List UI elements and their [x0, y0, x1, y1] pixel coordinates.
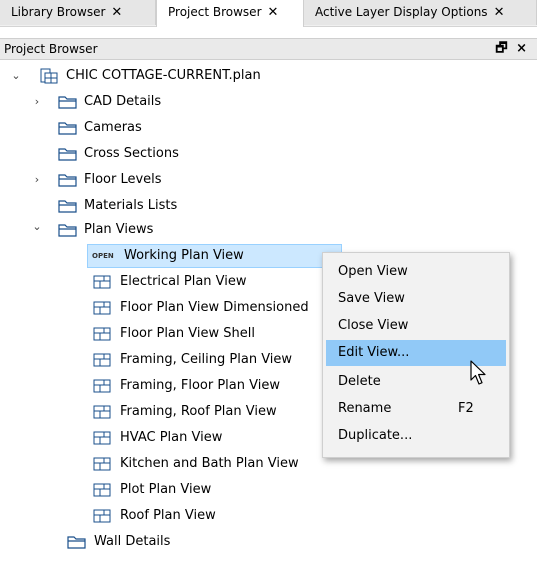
tree-folder-plan-views[interactable]: ⌄ Plan Views — [0, 218, 300, 242]
tree-folder-label: Plan Views — [84, 222, 154, 237]
menu-item-duplicate[interactable]: Duplicate... — [326, 423, 506, 449]
tree-view-floor-plan-view-shell[interactable]: Floor Plan View Shell — [0, 322, 330, 346]
tree-view-label: Roof Plan View — [120, 508, 216, 523]
tree-view-label: Floor Plan View Shell — [120, 326, 255, 341]
plan-view-icon — [93, 327, 111, 341]
panel-float-close-icon[interactable]: 🗗 × — [495, 39, 529, 59]
plan-view-icon — [93, 405, 111, 419]
menu-item-label: Open View — [338, 264, 408, 279]
tab-library-browser[interactable]: Library Browser ✕ — [0, 0, 156, 25]
tree-view-framing-roof-plan-view[interactable]: Framing, Roof Plan View — [0, 400, 330, 424]
close-icon[interactable]: ✕ — [494, 5, 505, 20]
menu-item-label: Edit View... — [338, 345, 410, 360]
tree-view-label: Framing, Ceiling Plan View — [120, 352, 293, 367]
close-icon[interactable]: ✕ — [268, 5, 279, 20]
folder-icon — [58, 148, 77, 161]
tree-view-kitchen-and-bath-plan-view[interactable]: Kitchen and Bath Plan View — [0, 452, 330, 476]
plan-view-icon — [93, 301, 111, 315]
menu-item-rename[interactable]: Rename F2 — [326, 396, 506, 422]
tree-folder-label: CAD Details — [84, 94, 162, 109]
tree-folder-label: Cross Sections — [84, 146, 179, 161]
tree-folder-cross-sections[interactable]: Cross Sections — [0, 142, 300, 166]
menu-item-save-view[interactable]: Save View — [326, 286, 506, 312]
folder-icon — [67, 536, 86, 549]
menu-item-label: Save View — [338, 291, 405, 306]
tree-view-label: Framing, Floor Plan View — [120, 378, 280, 393]
tree-view-hvac-plan-view[interactable]: HVAC Plan View — [0, 426, 330, 450]
menu-item-close-view[interactable]: Close View — [326, 313, 506, 339]
tree-view-roof-plan-view[interactable]: Roof Plan View — [0, 504, 330, 528]
panel-title: Project Browser — [4, 42, 98, 56]
tab-label: Library Browser — [11, 5, 106, 19]
plan-view-icon — [93, 431, 111, 445]
chevron-down-icon[interactable]: ⌄ — [10, 64, 22, 88]
menu-item-open-view[interactable]: Open View — [326, 259, 506, 285]
tree-view-plot-plan-view[interactable]: Plot Plan View — [0, 478, 330, 502]
menu-item-shortcut: F2 — [458, 401, 474, 416]
panel-header: Project Browser 🗗 × — [0, 38, 537, 60]
tree-view-framing-ceiling-plan-view[interactable]: Framing, Ceiling Plan View — [0, 348, 330, 372]
chevron-right-icon[interactable]: › — [31, 90, 43, 114]
context-menu: Open View Save View Close View Edit View… — [322, 252, 510, 458]
tree-folder-cad-details[interactable]: › CAD Details — [0, 90, 300, 114]
menu-item-label: Duplicate... — [338, 428, 413, 443]
tree-view-label: Plot Plan View — [120, 482, 212, 497]
tree-folder-materials-lists[interactable]: Materials Lists — [0, 194, 300, 218]
tab-label: Project Browser — [168, 5, 262, 19]
tree-view-label: Framing, Roof Plan View — [120, 404, 277, 419]
plan-view-icon — [93, 275, 111, 289]
tree-folder-label: Floor Levels — [84, 172, 162, 187]
menu-item-label: Delete — [338, 374, 381, 389]
plan-view-icon — [93, 483, 111, 497]
tree-folder-label: Materials Lists — [84, 198, 178, 213]
tree-view-label: Kitchen and Bath Plan View — [120, 456, 299, 471]
tree-root-label: CHIC COTTAGE-CURRENT.plan — [66, 68, 261, 83]
tab-bar: Library Browser ✕ Project Browser ✕ Active… — [0, 0, 537, 27]
folder-icon — [58, 96, 77, 109]
tree-folder-floor-levels[interactable]: › Floor Levels — [0, 168, 300, 192]
tree-folder-label: Wall Details — [94, 534, 171, 549]
open-badge: OPEN — [92, 252, 114, 260]
tab-label: Active Layer Display Options — [315, 5, 488, 19]
folder-icon — [58, 122, 77, 135]
tree-view-floor-plan-view-dimensioned[interactable]: Floor Plan View Dimensioned — [0, 296, 330, 320]
tree-folder-wall-details[interactable]: Wall Details — [0, 530, 300, 554]
menu-item-label: Close View — [338, 318, 409, 333]
tree-folder-label: Cameras — [84, 120, 142, 135]
folder-icon — [58, 200, 77, 213]
plan-file-icon — [40, 68, 58, 84]
tree-view-label: HVAC Plan View — [120, 430, 223, 445]
tree-view-electrical-plan-view[interactable]: Electrical Plan View — [0, 270, 330, 294]
tree-view-label: Electrical Plan View — [120, 274, 247, 289]
tree-folder-cameras[interactable]: Cameras — [0, 116, 300, 140]
tree-view-framing-floor-plan-view[interactable]: Framing, Floor Plan View — [0, 374, 330, 398]
chevron-down-icon[interactable]: ⌄ — [31, 215, 43, 239]
folder-icon — [58, 224, 77, 237]
folder-icon — [58, 174, 77, 187]
plan-view-icon — [93, 457, 111, 471]
tree-view-label: Floor Plan View Dimensioned — [120, 300, 309, 315]
close-icon[interactable]: ✕ — [111, 5, 122, 20]
tab-active-layer-display-options[interactable]: Active Layer Display Options ✕ — [304, 0, 537, 25]
plan-view-icon — [93, 353, 111, 367]
plan-view-icon — [93, 379, 111, 393]
tree-view-working-plan-view[interactable]: OPEN Working Plan View — [87, 244, 342, 268]
mouse-pointer-icon — [470, 360, 486, 385]
plan-view-icon — [93, 509, 111, 523]
tree-root[interactable]: ⌄ CHIC COTTAGE-CURRENT.plan — [0, 64, 300, 88]
menu-item-label: Rename — [338, 401, 392, 416]
tree-view-label: Working Plan View — [124, 248, 244, 263]
chevron-right-icon[interactable]: › — [31, 168, 43, 192]
tab-project-browser[interactable]: Project Browser ✕ — [156, 0, 304, 27]
